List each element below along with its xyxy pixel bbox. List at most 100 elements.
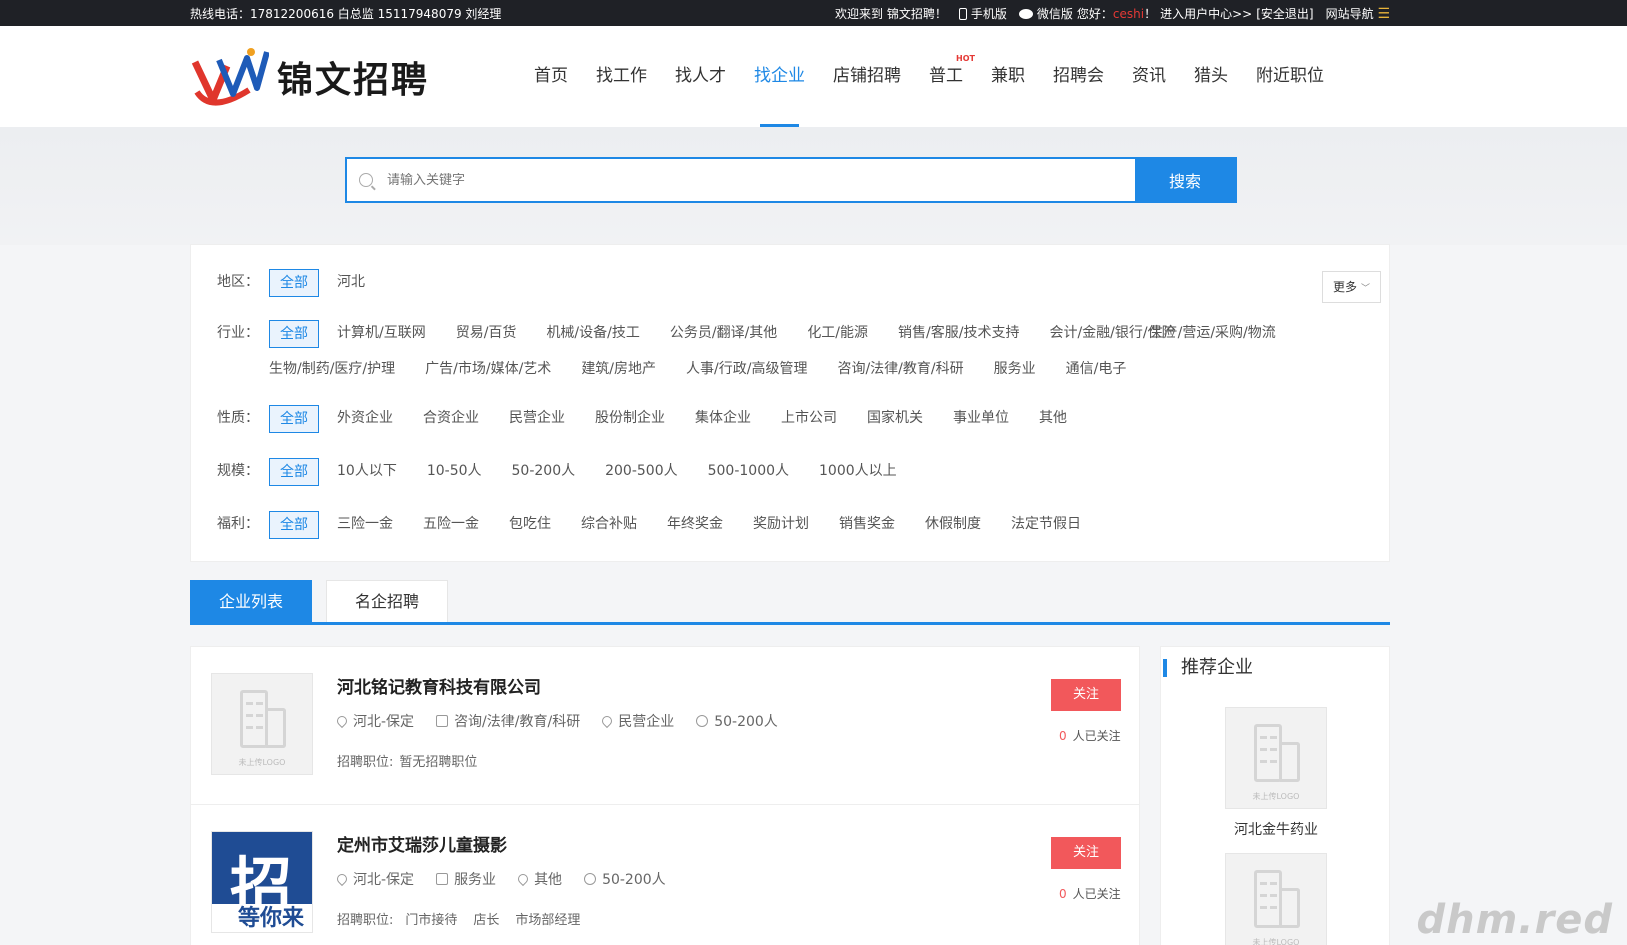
nav-home[interactable]: 首页 xyxy=(520,26,582,127)
filter-option[interactable]: 服务业 xyxy=(994,356,1036,382)
main-nav: 首页 找工作 找人才 找企业 店铺招聘 普工 HOT 兼职 招聘会 资讯 猎头 附… xyxy=(520,26,1338,127)
filter-scale: 规模： 全部 10人以下 10-50人 50-200人 200-500人 500-1000… xyxy=(217,458,1339,486)
filter-option[interactable]: 河北 xyxy=(337,269,365,297)
filter-panel: 更多 ﹀ 地区： 全部 河北 行业： 全部 计算机/互联网 贸易/百货 机械/设备/技工公… xyxy=(190,244,1390,562)
search-icon xyxy=(359,173,373,187)
site-logo[interactable]: 锦文招聘 xyxy=(191,44,429,110)
filter-option[interactable]: 50-200人 xyxy=(512,458,576,486)
company-list: 未上传LOGO 河北铭记教育科技有限公司 河北-保定 咨询/法律/教育/科研 民… xyxy=(190,646,1140,945)
nav-find-talent[interactable]: 找人才 xyxy=(661,26,740,127)
filter-option[interactable]: 合资企业 xyxy=(423,405,479,433)
recommended-title: 推荐企业 xyxy=(1163,659,1253,677)
filter-option[interactable]: 200-500人 xyxy=(605,458,678,486)
logout-link[interactable]: [安全退出] xyxy=(1256,5,1313,22)
follower-count: 0 人已关注 xyxy=(1059,887,1121,901)
filter-option[interactable]: 民营企业 xyxy=(509,405,565,433)
filter-option[interactable]: 集体企业 xyxy=(695,405,751,433)
filter-option[interactable]: 事业单位 xyxy=(953,405,1009,433)
filter-option[interactable]: 机械/设备/技工 xyxy=(546,320,639,348)
wechat-link[interactable]: 微信版 xyxy=(1018,5,1073,22)
filter-option[interactable]: 1000人以上 xyxy=(819,458,897,486)
recommended-logo[interactable]: 未上传LOGO xyxy=(1225,707,1327,809)
filter-option[interactable]: 销售/客服/技术支持 xyxy=(898,320,1019,348)
company-name[interactable]: 河北铭记教育科技有限公司 xyxy=(337,673,541,698)
building-icon xyxy=(1254,868,1300,928)
filter-option[interactable]: 股份制企业 xyxy=(595,405,665,433)
filter-option[interactable]: 生物/制药/医疗/护理 xyxy=(269,356,395,382)
filter-option[interactable]: 奖励计划 xyxy=(753,511,809,539)
filter-option[interactable]: 公务员/翻译/其他 xyxy=(670,320,777,348)
nav-store-recruit[interactable]: 店铺招聘 xyxy=(819,26,915,127)
nav-part-time[interactable]: 兼职 xyxy=(977,26,1039,127)
filter-option[interactable]: 全部 xyxy=(269,269,319,297)
location-icon xyxy=(334,871,350,887)
filter-option[interactable]: 五险一金 xyxy=(423,511,479,539)
heart-icon xyxy=(600,713,615,729)
filter-option[interactable]: 包吃住 xyxy=(509,511,551,539)
job-link: 暂无招聘职位 xyxy=(399,755,478,770)
company-logo[interactable]: 招 等你来 xyxy=(211,831,313,933)
nav-nearby-jobs[interactable]: 附近职位 xyxy=(1242,26,1338,127)
filter-option[interactable]: 综合补贴 xyxy=(581,511,637,539)
nav-news[interactable]: 资讯 xyxy=(1118,26,1180,127)
search-banner: 搜索 xyxy=(0,127,1627,245)
user-center-link[interactable]: 进入用户中心>> xyxy=(1160,5,1252,22)
logo-mark-icon xyxy=(191,44,270,110)
filter-options-industry: 全部 计算机/互联网 贸易/百货 机械/设备/技工 公务员/翻译/其他 化工/能源 销售/客… xyxy=(269,320,1319,382)
menu-icon: ☰ xyxy=(1377,5,1390,22)
filter-option[interactable]: 全部 xyxy=(269,458,319,486)
company-name[interactable]: 定州市艾瑞莎儿童摄影 xyxy=(337,831,507,856)
job-link[interactable]: 市场部经理 xyxy=(515,909,580,928)
company-item: 招 等你来 定州市艾瑞莎儿童摄影 河北-保定 服务业 其他 50-200人 招聘… xyxy=(191,805,1139,945)
company-logo[interactable]: 未上传LOGO xyxy=(211,673,313,775)
follow-button[interactable]: 关注 xyxy=(1051,837,1121,869)
filter-option[interactable]: 三险一金 xyxy=(337,511,393,539)
tab-famous-companies[interactable]: 名企招聘 xyxy=(326,580,448,622)
filter-option[interactable]: 通信/电子 xyxy=(1066,356,1127,382)
filter-option[interactable]: 法定节假日 xyxy=(1011,511,1081,539)
search-input[interactable] xyxy=(387,172,1135,188)
job-link[interactable]: 店长 xyxy=(473,909,499,928)
filter-nature: 性质： 全部 外资企业 合资企业 民营企业 股份制企业 集体企业 上市公司 国家机关 事业单位其… xyxy=(217,405,1339,433)
filter-option[interactable]: 其他 xyxy=(1039,405,1067,433)
filter-option[interactable]: 500-1000人 xyxy=(708,458,789,486)
filter-option[interactable]: 全部 xyxy=(269,511,319,539)
tab-company-list[interactable]: 企业列表 xyxy=(190,580,312,622)
filter-option[interactable]: 年终奖金 xyxy=(667,511,723,539)
filter-option[interactable]: 全部 xyxy=(269,320,319,348)
filter-option[interactable]: 10人以下 xyxy=(337,458,397,486)
filter-option[interactable]: 广告/市场/媒体/艺术 xyxy=(425,356,551,382)
logo-text: 锦文招聘 xyxy=(277,59,430,101)
nav-find-job[interactable]: 找工作 xyxy=(582,26,661,127)
job-link[interactable]: 门市接待 xyxy=(405,909,457,928)
nav-find-company[interactable]: 找企业 xyxy=(740,26,819,127)
filter-region: 地区： 全部 河北 xyxy=(217,269,1339,297)
nav-general-worker[interactable]: 普工 HOT xyxy=(915,26,977,127)
filter-option[interactable]: 休假制度 xyxy=(925,511,981,539)
filter-option[interactable]: 贸易/百货 xyxy=(456,320,517,348)
recommended-name[interactable]: 河北金牛药业 xyxy=(1161,819,1391,839)
username-link[interactable]: ceshi xyxy=(1113,7,1144,21)
filter-option[interactable]: 上市公司 xyxy=(781,405,837,433)
filter-option[interactable]: 生产/营运/采购/物流 xyxy=(1150,320,1276,348)
filter-option[interactable]: 化工/能源 xyxy=(807,320,868,348)
filter-option[interactable]: 建筑/房地产 xyxy=(581,356,656,382)
filter-option[interactable]: 计算机/互联网 xyxy=(337,320,426,348)
industry-icon xyxy=(436,715,449,727)
filter-option[interactable]: 人事/行政/高级管理 xyxy=(686,356,807,382)
filter-option[interactable]: 10-50人 xyxy=(427,458,482,486)
follow-button[interactable]: 关注 xyxy=(1051,679,1121,711)
filter-option[interactable]: 全部 xyxy=(269,405,319,433)
mobile-link[interactable]: 手机版 xyxy=(958,5,1007,22)
filter-option[interactable]: 外资企业 xyxy=(337,405,393,433)
nav-headhunter[interactable]: 猎头 xyxy=(1180,26,1242,127)
recommended-logo[interactable]: 未上传LOGO xyxy=(1225,853,1327,945)
filter-option[interactable]: 销售奖金 xyxy=(839,511,895,539)
search-bar: 搜索 xyxy=(345,157,1237,203)
site-nav-link[interactable]: 网站导航 ☰ xyxy=(1326,5,1390,22)
search-button[interactable]: 搜索 xyxy=(1135,159,1235,201)
filter-option[interactable]: 咨询/法律/教育/科研 xyxy=(837,356,963,382)
list-tabs: 企业列表 名企招聘 xyxy=(190,580,1390,625)
filter-option[interactable]: 国家机关 xyxy=(867,405,923,433)
nav-job-fair[interactable]: 招聘会 xyxy=(1039,26,1118,127)
